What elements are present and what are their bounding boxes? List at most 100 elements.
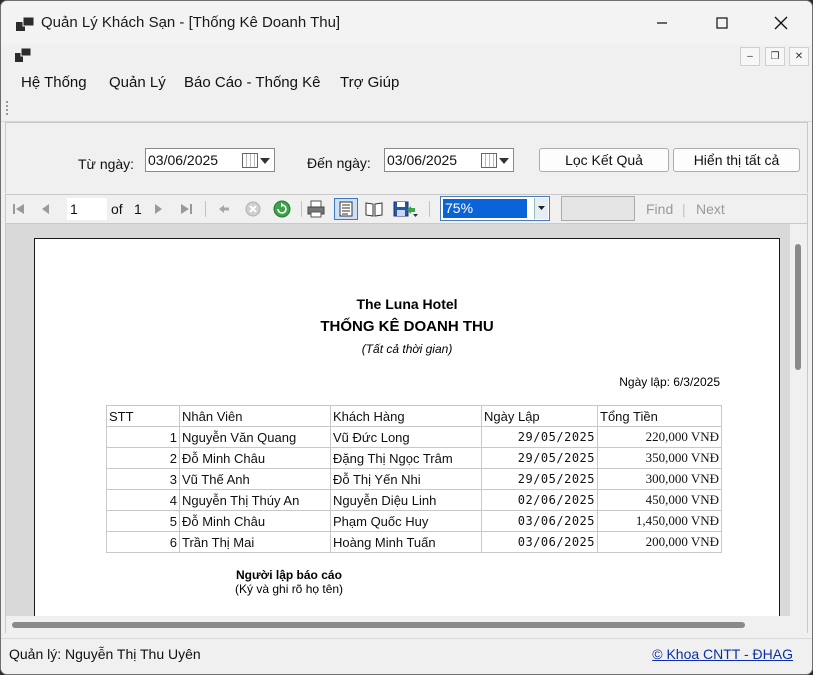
column-header: Khách Hàng [330, 405, 482, 427]
app-icon [16, 17, 34, 31]
back-button[interactable] [215, 200, 233, 218]
menu-he-thong[interactable]: Hệ Thống [21, 74, 87, 91]
mdi-child-bar: – ❐ ✕ [1, 45, 812, 67]
table-row: 5 Đỗ Minh Châu Phạm Quốc Huy 03/06/2025 … [106, 510, 722, 532]
table-row: 4 Nguyễn Thị Thúy An Nguyễn Diệu Linh 02… [106, 489, 722, 511]
of-label: of [111, 201, 123, 217]
menu-quan-ly[interactable]: Quản Lý [109, 74, 166, 91]
horizontal-scroll-thumb[interactable] [12, 622, 745, 628]
credit-link[interactable]: © Khoa CNTT - ĐHAG [652, 646, 793, 662]
customer-cell: Phạm Quốc Huy [330, 510, 482, 532]
stt-cell: 4 [106, 489, 180, 511]
horizontal-scrollbar[interactable] [5, 616, 808, 633]
menu-tro-giup[interactable]: Trợ Giúp [340, 74, 399, 91]
stt-cell: 5 [106, 510, 180, 532]
print-layout-icon [339, 201, 353, 217]
report-hotel-name: The Luna Hotel [356, 296, 458, 312]
table-row: 2 Đỗ Minh Châu Đặng Thị Ngọc Trâm 29/05/… [106, 447, 722, 469]
title-bar: Quản Lý Khách Sạn - [Thống Kê Doanh Thu] [1, 1, 812, 45]
from-date-picker[interactable]: 03/06/2025 [145, 148, 275, 172]
filter-panel: Từ ngày: 03/06/2025 Đến ngày: 03/06/2025… [5, 122, 808, 193]
vertical-scrollbar[interactable] [790, 224, 807, 616]
to-date-value: 03/06/2025 [387, 152, 458, 168]
refresh-button[interactable] [273, 200, 291, 218]
customer-cell: Nguyễn Diệu Linh [330, 489, 482, 511]
window-title: Quản Lý Khách Sạn - [Thống Kê Doanh Thu] [41, 14, 341, 31]
refresh-icon [273, 200, 291, 218]
find-next-link[interactable]: Next [696, 201, 725, 217]
calendar-icon [242, 153, 258, 168]
mdi-restore-button[interactable]: ❐ [765, 47, 785, 66]
show-all-button[interactable]: Hiển thị tất cả [673, 148, 800, 172]
column-header: Tổng Tiền [597, 405, 722, 427]
date-cell: 29/05/2025 [481, 426, 598, 448]
employee-cell: Trần Thị Mai [179, 531, 331, 553]
employee-cell: Vũ Thế Anh [179, 468, 331, 490]
maximize-icon [716, 17, 728, 29]
menu-bao-cao-thong-ke[interactable]: Báo Cáo - Thống Kê [184, 74, 320, 91]
report-title: THỐNG KÊ DOANH THU [320, 318, 494, 335]
report-date: Ngày lập: 6/3/2025 [619, 375, 720, 389]
employee-cell: Đỗ Minh Châu [179, 447, 331, 469]
total-cell: 200,000 VNĐ [597, 531, 722, 553]
print-layout-button[interactable] [334, 198, 358, 220]
stt-cell: 2 [106, 447, 180, 469]
next-page-icon [155, 204, 162, 214]
stop-icon [245, 201, 261, 217]
column-header: STT [106, 405, 180, 427]
print-button[interactable] [307, 200, 325, 218]
find-link[interactable]: Find [646, 201, 673, 217]
last-page-button[interactable] [177, 200, 195, 218]
stop-button[interactable] [244, 200, 262, 218]
stt-cell: 6 [106, 531, 180, 553]
page-setup-button[interactable] [365, 200, 383, 218]
report-page: The Luna Hotel THỐNG KÊ DOANH THU (Tất c… [34, 238, 780, 616]
find-input[interactable] [561, 196, 635, 221]
report-signer: Người lập báo cáo [236, 568, 342, 582]
report-canvas[interactable]: The Luna Hotel THỐNG KÊ DOANH THU (Tất c… [5, 224, 808, 616]
mdi-minimize-button[interactable]: – [740, 47, 760, 66]
date-cell: 02/06/2025 [481, 489, 598, 511]
close-button[interactable] [757, 1, 805, 45]
zoom-dropdown-button[interactable] [534, 198, 548, 219]
table-row: 1 Nguyễn Văn Quang Vũ Đức Long 29/05/202… [106, 426, 722, 448]
to-date-label: Đến ngày: [307, 155, 371, 171]
status-bar: Quản lý: Nguyễn Thị Thu Uyên © Khoa CNTT… [1, 638, 812, 674]
chevron-down-icon [499, 158, 509, 164]
total-cell: 450,000 VNĐ [597, 489, 722, 511]
zoom-value: 75% [445, 200, 474, 216]
chevron-down-icon [260, 158, 270, 164]
from-date-value: 03/06/2025 [148, 152, 219, 168]
from-date-label: Từ ngày: [78, 156, 135, 172]
customer-cell: Hoàng Minh Tuấn [330, 531, 482, 553]
toolbar-separator [301, 201, 302, 217]
page-number-input[interactable]: 1 [67, 198, 107, 220]
column-header: Nhân Viên [179, 405, 331, 427]
maximize-button[interactable] [698, 1, 746, 45]
column-header: Ngày Lập [481, 405, 598, 427]
zoom-value-box: 75% [443, 199, 527, 218]
date-cell: 29/05/2025 [481, 447, 598, 469]
table-header-row: STT Nhân Viên Khách Hàng Ngày Lập Tổng T… [106, 405, 722, 427]
print-icon [307, 200, 325, 218]
vertical-scroll-thumb[interactable] [795, 244, 801, 370]
mdi-close-button[interactable]: ✕ [789, 47, 809, 66]
zoom-select[interactable]: 75% [440, 196, 550, 221]
toolstrip-grip[interactable] [6, 101, 8, 115]
to-date-picker[interactable]: 03/06/2025 [384, 148, 514, 172]
close-icon: ✕ [794, 51, 804, 62]
prev-page-button[interactable] [37, 200, 55, 218]
stt-cell: 3 [106, 468, 180, 490]
export-button[interactable] [392, 200, 420, 218]
total-cell: 1,450,000 VNĐ [597, 510, 722, 532]
filter-button[interactable]: Lọc Kết Quả [539, 148, 669, 172]
minimize-button[interactable] [638, 1, 686, 45]
total-cell: 220,000 VNĐ [597, 426, 722, 448]
date-cell: 03/06/2025 [481, 510, 598, 532]
employee-cell: Đỗ Minh Châu [179, 510, 331, 532]
customer-cell: Đỗ Thị Yến Nhi [330, 468, 482, 490]
minimize-icon [657, 22, 667, 24]
tool-strip [1, 96, 812, 122]
next-page-button[interactable] [149, 200, 167, 218]
first-page-button[interactable] [10, 200, 28, 218]
